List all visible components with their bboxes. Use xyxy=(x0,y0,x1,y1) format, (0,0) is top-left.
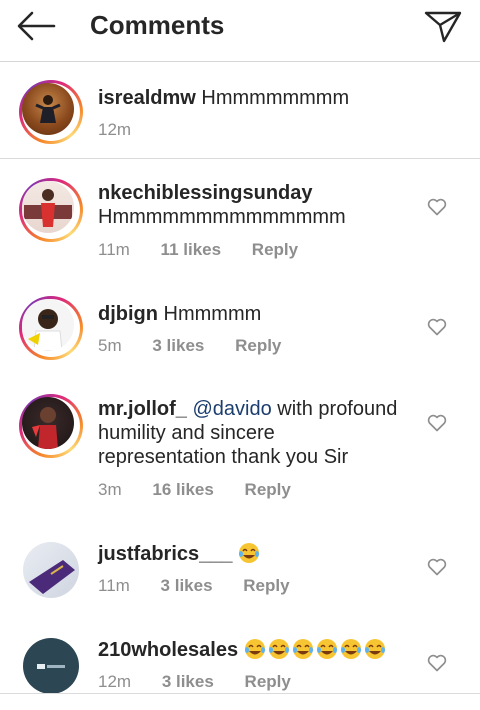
comment-username[interactable]: 210wholesales xyxy=(98,639,238,661)
reply-button[interactable]: Reply xyxy=(252,240,298,259)
comment-text: Hmmmmm xyxy=(163,303,262,325)
send-button[interactable] xyxy=(420,6,466,46)
avatar[interactable] xyxy=(23,638,79,694)
comment-time: 11m xyxy=(98,240,130,259)
reply-button[interactable]: Reply xyxy=(235,336,281,355)
comment-username[interactable]: isrealdmw xyxy=(98,87,196,109)
avatar[interactable] xyxy=(19,178,83,242)
avatar[interactable] xyxy=(19,394,83,458)
back-button[interactable] xyxy=(14,8,58,44)
like-count[interactable]: 3 likes xyxy=(161,576,213,595)
divider xyxy=(0,693,480,694)
comment-time: 12m xyxy=(98,120,132,139)
tears-of-joy-emoji xyxy=(268,639,289,659)
comment-text: Hmmmmmmmm xyxy=(201,87,350,109)
reply-button[interactable]: Reply xyxy=(245,480,291,499)
arrow-left-icon xyxy=(17,11,56,41)
emoji-group xyxy=(244,639,388,661)
comment-text: Hmmmmmmmmmmmmmm xyxy=(98,206,346,228)
comment-time: 3m xyxy=(98,480,122,499)
heart-icon[interactable] xyxy=(427,558,447,576)
heart-icon[interactable] xyxy=(427,318,447,336)
avatar[interactable] xyxy=(23,542,79,598)
comment-username[interactable]: justfabrics___ xyxy=(98,543,233,565)
tears-of-joy-emoji xyxy=(316,639,337,659)
comment-username[interactable]: nkechiblessingsunday xyxy=(98,182,313,204)
tears-of-joy-emoji xyxy=(239,543,260,563)
comments-header: Comments xyxy=(0,0,480,62)
page-title: Comments xyxy=(90,10,225,40)
like-count[interactable]: 3 likes xyxy=(152,336,204,355)
mention-link[interactable]: @davido xyxy=(192,398,271,420)
heart-icon[interactable] xyxy=(427,654,447,672)
avatar[interactable] xyxy=(19,80,83,144)
tears-of-joy-emoji xyxy=(340,639,361,659)
tears-of-joy-emoji xyxy=(364,639,385,659)
like-count[interactable]: 16 likes xyxy=(152,480,213,499)
like-count[interactable]: 11 likes xyxy=(161,240,222,259)
paper-plane-icon xyxy=(424,11,462,43)
heart-icon[interactable] xyxy=(427,198,447,216)
divider xyxy=(0,158,480,159)
comment-time: 12m xyxy=(98,672,132,691)
tears-of-joy-emoji xyxy=(292,639,313,659)
reply-button[interactable]: Reply xyxy=(243,576,289,595)
avatar[interactable] xyxy=(19,296,83,360)
tears-of-joy-emoji xyxy=(244,639,265,659)
comment-username[interactable]: mr.jollof_ xyxy=(98,398,187,420)
like-count[interactable]: 3 likes xyxy=(162,672,214,691)
comment-time: 5m xyxy=(98,336,122,355)
comment-time: 11m xyxy=(98,576,130,595)
comment-username[interactable]: djbign xyxy=(98,303,158,325)
heart-icon[interactable] xyxy=(427,414,447,432)
reply-button[interactable]: Reply xyxy=(245,672,291,691)
